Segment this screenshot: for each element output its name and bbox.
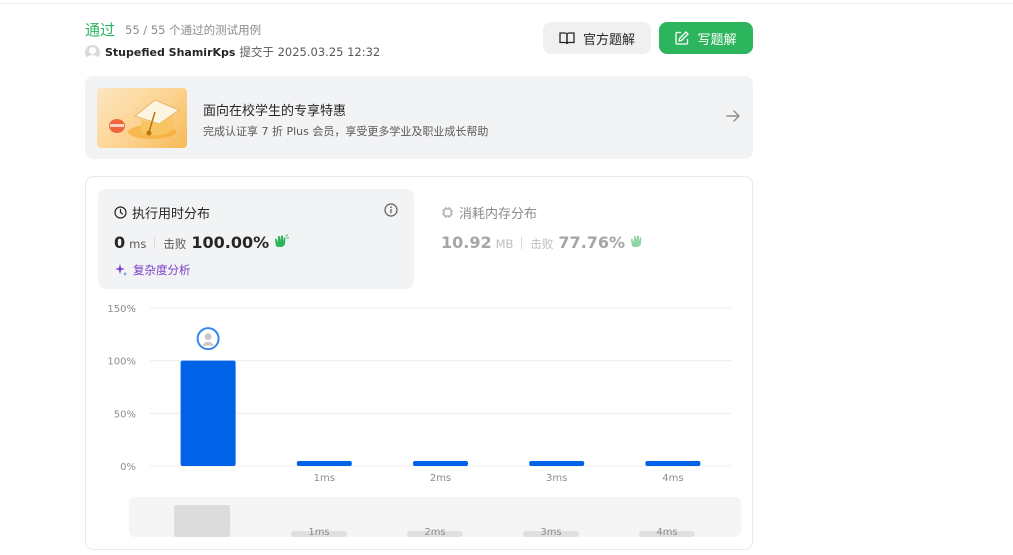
write-solution-label: 写题解 — [697, 32, 737, 48]
graduation-cap-illustration — [97, 88, 187, 148]
runtime-value: 0 — [114, 233, 126, 252]
arrow-right-icon[interactable] — [725, 108, 741, 124]
overview-tick-label: 2ms — [424, 527, 445, 537]
runtime-values: 0 ms 击败 100.00% — [114, 233, 290, 252]
chart-bar — [413, 461, 468, 466]
memory-values: 10.92 MB 击败 77.76% — [441, 233, 645, 252]
write-solution-button[interactable]: 写题解 — [659, 22, 753, 54]
chart-bar — [529, 461, 585, 466]
runtime-beats: 100.00% — [191, 233, 270, 252]
chart-overview-scrollbar[interactable]: 1ms 2ms 3ms 4ms — [129, 497, 741, 538]
chart-bar — [645, 461, 701, 466]
divider — [521, 236, 523, 249]
clap-icon — [631, 235, 642, 247]
promo-title: 面向在校学生的专享特惠 — [203, 104, 347, 119]
test-count: 55 / 55 个通过的测试用例 — [125, 23, 262, 37]
y-tick-label: 100% — [107, 357, 136, 368]
runtime-unit: ms — [129, 237, 147, 251]
x-tick-label: 3ms — [546, 473, 567, 484]
official-solution-button[interactable]: 官方题解 — [543, 22, 651, 54]
x-tick-label: 4ms — [662, 473, 683, 484]
overview-bar — [174, 505, 230, 537]
runtime-distribution-chart[interactable]: 0% 50% 100% 150% 1ms 2ms 3ms 4ms — [86, 297, 752, 497]
clap-icon — [275, 234, 290, 247]
submitted-time: 提交于 2025.03.25 12:32 — [239, 45, 381, 59]
complexity-analysis-link[interactable]: 复杂度分析 — [114, 262, 191, 278]
memory-beats-label: 击败 — [530, 237, 554, 251]
performance-panel: 执行用时分布 0 ms 击败 100.00% 复杂度分析 消耗内存分布 10.9… — [85, 176, 753, 550]
chart-bar — [180, 360, 236, 466]
submission-meta: Stupefied ShamirKps 提交于 2025.03.25 12:32 — [85, 44, 380, 60]
memory-title: 消耗内存分布 — [441, 203, 537, 222]
memory-unit: MB — [495, 237, 514, 251]
overview-tick-label: 1ms — [308, 527, 329, 537]
clock-icon — [114, 206, 127, 219]
student-promo-banner[interactable]: 面向在校学生的专享特惠 完成认证享 7 折 Plus 会员，享受更多学业及职业成… — [85, 76, 753, 159]
runtime-title: 执行用时分布 — [114, 203, 210, 222]
complexity-label: 复杂度分析 — [133, 263, 191, 277]
official-solution-label: 官方题解 — [582, 32, 635, 48]
memory-beats: 77.76% — [558, 233, 626, 252]
overview-tick-label: 3ms — [540, 527, 561, 537]
overview-tick-label: 4ms — [656, 527, 677, 537]
book-icon — [559, 32, 575, 45]
username[interactable]: Stupefied ShamirKps — [105, 46, 235, 59]
runtime-title-text: 执行用时分布 — [132, 207, 211, 222]
user-avatar[interactable] — [85, 44, 100, 60]
x-tick-label: 1ms — [314, 473, 335, 484]
runtime-card[interactable]: 执行用时分布 0 ms 击败 100.00% 复杂度分析 — [98, 189, 414, 289]
avatar-head — [204, 333, 212, 341]
y-tick-label: 50% — [114, 409, 136, 420]
memory-title-text: 消耗内存分布 — [459, 207, 538, 222]
beats-label: 击败 — [163, 237, 187, 251]
memory-value: 10.92 — [441, 233, 492, 252]
promo-subtitle: 完成认证享 7 折 Plus 会员，享受更多学业及职业成长帮助 — [203, 125, 489, 138]
y-tick-label: 0% — [120, 462, 136, 473]
top-divider — [0, 0, 1013, 4]
x-tick-label: 2ms — [430, 473, 451, 484]
edit-icon — [675, 31, 690, 45]
y-tick-label: 150% — [107, 304, 136, 315]
divider — [154, 236, 156, 249]
submission-status: 通过 — [85, 21, 116, 39]
info-icon[interactable] — [384, 203, 398, 217]
sparkle-icon — [115, 264, 127, 276]
chart-bar — [296, 461, 352, 466]
chip-icon — [442, 207, 453, 218]
memory-card[interactable]: 消耗内存分布 10.92 MB 击败 77.76% — [441, 189, 741, 289]
